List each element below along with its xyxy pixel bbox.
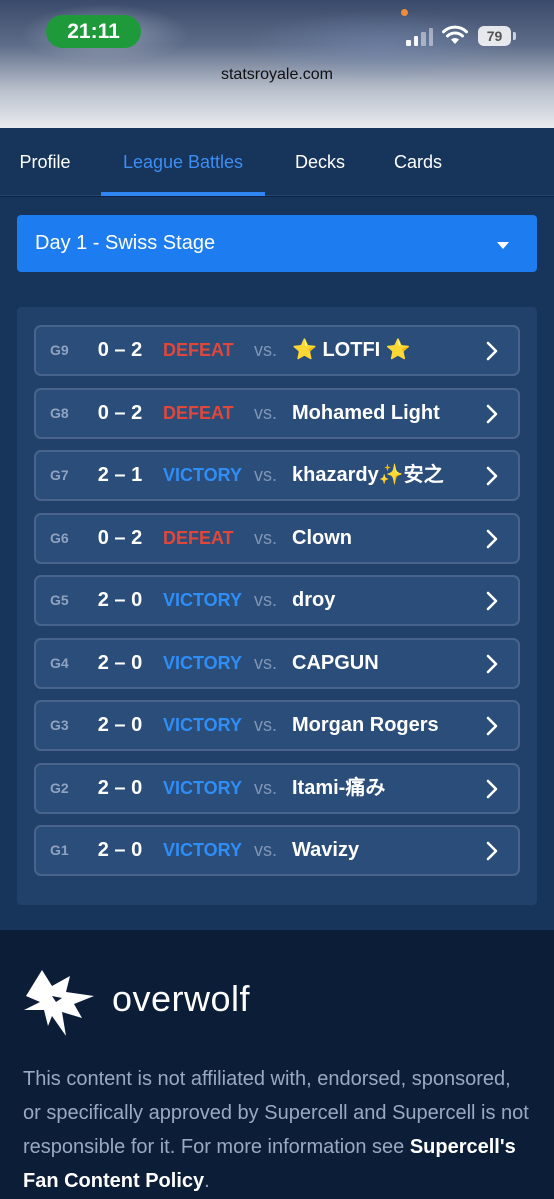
game-number: G7 (50, 467, 69, 483)
opponent-name: ⭐ LOTFI ⭐ (292, 339, 411, 361)
opponent-name: Mohamed Light (292, 401, 440, 424)
battle-row[interactable]: G1 2 – 0 VICTORY vs. Wavizy (34, 825, 520, 876)
battle-score: 2 – 0 (97, 589, 143, 611)
wifi-icon (442, 25, 468, 44)
battles-list: G9 0 – 2 DEFEAT vs. ⭐ LOTFI ⭐ G8 0 – 2 DEFEAT vs… (17, 307, 537, 905)
main-content: Day 1 - Swiss Stage G9 0 – 2 DEFEAT vs. ⭐ LO… (0, 197, 554, 930)
caret-down-icon (497, 242, 509, 249)
battle-row[interactable]: G6 0 – 2 DEFEAT vs. Clown (34, 512, 520, 564)
battle-score: 2 – 0 (97, 776, 143, 799)
vs-label: vs. (254, 715, 278, 735)
battle-result: DEFEAT (163, 402, 234, 423)
game-number: G8 (50, 404, 69, 421)
opponent-name: Morgan Rogers (292, 714, 439, 736)
disclaimer-text: This content is not affiliated with, end… (23, 1068, 529, 1192)
vs-label: vs. (254, 527, 278, 548)
battle-row[interactable]: G2 2 – 0 VICTORY vs. Itami-痛み (34, 762, 520, 814)
battle-result: VICTORY (163, 465, 243, 485)
chevron-right-icon (486, 341, 498, 361)
battle-score: 2 – 0 (97, 651, 143, 674)
battle-row[interactable]: G3 2 – 0 VICTORY vs. Morgan Rogers (34, 700, 520, 751)
battle-row[interactable]: G9 0 – 2 DEFEAT vs. ⭐ LOTFI ⭐ (34, 325, 520, 376)
game-number: G2 (50, 779, 69, 796)
battle-row[interactable]: G4 2 – 0 VICTORY vs. CAPGUN (34, 637, 520, 689)
battle-score: 2 – 0 (97, 839, 143, 861)
vs-label: vs. (254, 402, 278, 423)
cellular-signal-icon (406, 26, 433, 46)
battle-row[interactable]: G7 2 – 1 VICTORY vs. khazardy✨安之 (34, 450, 520, 501)
battle-score: 0 – 2 (97, 401, 143, 424)
battle-result: VICTORY (163, 840, 243, 860)
tab-profile[interactable]: Profile (0, 128, 90, 196)
overwolf-brand-name[interactable]: overwolf (112, 978, 250, 1020)
game-number: G3 (50, 717, 69, 733)
stage-dropdown[interactable]: Day 1 - Swiss Stage (17, 215, 537, 272)
vs-label: vs. (254, 340, 278, 360)
battle-score: 0 – 2 (97, 526, 143, 549)
opponent-name: Itami-痛み (292, 776, 386, 799)
overwolf-wolf-icon[interactable] (22, 966, 98, 1040)
footer: overwolf This content is not affiliated … (0, 930, 554, 1199)
vs-label: vs. (254, 465, 278, 485)
game-number: G4 (50, 654, 69, 671)
chevron-right-icon (486, 779, 498, 798)
status-time: 21:11 (46, 15, 141, 48)
chevron-right-icon (486, 716, 498, 736)
battle-score: 0 – 2 (97, 339, 143, 361)
battle-score: 2 – 1 (97, 464, 143, 486)
game-number: G6 (50, 529, 69, 546)
game-number: G5 (50, 592, 69, 608)
battle-row[interactable]: G5 2 – 0 VICTORY vs. droy (34, 575, 520, 626)
privacy-indicator-dot (401, 9, 408, 16)
vs-label: vs. (254, 777, 278, 798)
chevron-right-icon (486, 529, 498, 548)
browser-top-bar: 21:11 79 statsroyale.com (0, 0, 554, 128)
battle-result: VICTORY (163, 652, 243, 673)
battle-result: DEFEAT (163, 340, 234, 360)
battle-result: VICTORY (163, 590, 243, 610)
battle-result: VICTORY (163, 777, 243, 798)
vs-label: vs. (254, 652, 278, 673)
opponent-name: Clown (292, 526, 352, 549)
url-bar[interactable]: statsroyale.com (0, 66, 554, 84)
tab-decks[interactable]: Decks (278, 128, 362, 196)
tab-league-battles[interactable]: League Battles (101, 128, 265, 196)
chevron-right-icon (486, 466, 498, 486)
chevron-right-icon (486, 841, 498, 861)
profile-tabs: Profile League Battles Decks Cards (0, 128, 554, 196)
battery-indicator: 79 (478, 26, 516, 46)
battle-row[interactable]: G8 0 – 2 DEFEAT vs. Mohamed Light (34, 387, 520, 439)
chevron-right-icon (486, 404, 498, 423)
vs-label: vs. (254, 840, 278, 860)
game-number: G9 (50, 342, 69, 358)
battle-score: 2 – 0 (97, 714, 143, 736)
battle-result: VICTORY (163, 715, 243, 735)
opponent-name: CAPGUN (292, 651, 379, 674)
battle-result: DEFEAT (163, 527, 234, 548)
opponent-name: khazardy✨安之 (292, 464, 444, 486)
vs-label: vs. (254, 590, 278, 610)
chevron-right-icon (486, 591, 498, 611)
opponent-name: droy (292, 589, 336, 611)
game-number: G1 (50, 842, 69, 858)
stage-dropdown-value: Day 1 - Swiss Stage (35, 232, 216, 254)
chevron-right-icon (486, 654, 498, 673)
opponent-name: Wavizy (292, 839, 360, 861)
tab-cards[interactable]: Cards (378, 128, 458, 196)
